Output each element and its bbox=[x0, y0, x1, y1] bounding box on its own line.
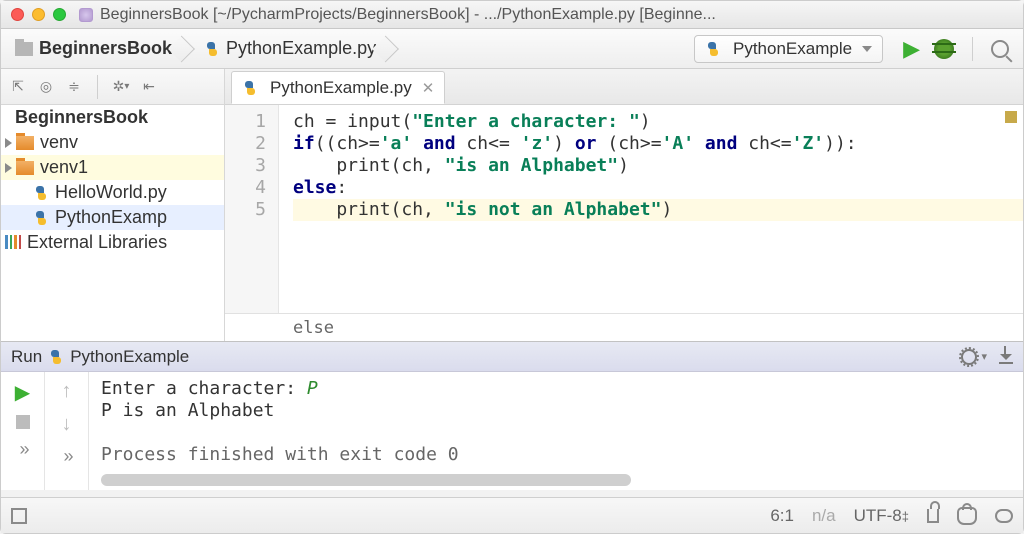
tree-file-helloworld[interactable]: HelloWorld.py bbox=[1, 180, 224, 205]
editor-body[interactable]: 1 2 3 4 5 ch = input("Enter a character:… bbox=[225, 105, 1023, 313]
libraries-icon bbox=[5, 235, 21, 251]
console-output[interactable]: Enter a character: P P is an Alphabet Pr… bbox=[89, 372, 1023, 490]
target-icon[interactable]: ◎ bbox=[37, 78, 55, 96]
run-controls-primary: ▶ » bbox=[1, 372, 45, 490]
python-file-icon bbox=[48, 349, 64, 365]
close-window-button[interactable] bbox=[11, 8, 24, 21]
python-file-icon bbox=[33, 185, 49, 201]
tree-item-label: venv1 bbox=[40, 157, 88, 178]
line-number: 5 bbox=[225, 199, 266, 221]
warning-marker[interactable] bbox=[1005, 111, 1017, 123]
divider bbox=[97, 75, 98, 99]
debug-button[interactable] bbox=[934, 39, 954, 59]
run-config-selector[interactable]: PythonExample bbox=[694, 35, 883, 63]
gear-icon[interactable] bbox=[961, 349, 977, 365]
download-icon[interactable] bbox=[999, 350, 1013, 364]
divider bbox=[972, 37, 973, 61]
horizontal-scrollbar[interactable] bbox=[101, 474, 631, 486]
tree-file-pythonexample[interactable]: PythonExamp bbox=[1, 205, 224, 230]
navigation-bar: BeginnersBook PythonExample.py PythonExa… bbox=[1, 29, 1023, 69]
breadcrumb-project-label: BeginnersBook bbox=[39, 38, 172, 59]
inspector-icon[interactable] bbox=[957, 507, 977, 525]
run-header: Run PythonExample ▾ bbox=[1, 342, 1023, 372]
tree-folder-venv1[interactable]: venv1 bbox=[1, 155, 224, 180]
sidebar-toolbar: ⇱ ◎ ≑ ✲▾ ⇤ bbox=[1, 69, 224, 105]
breadcrumb-project[interactable]: BeginnersBook bbox=[9, 34, 182, 63]
line-number: 1 bbox=[225, 111, 266, 133]
chat-icon[interactable] bbox=[995, 509, 1013, 523]
tree-folder-venv[interactable]: venv bbox=[1, 130, 224, 155]
python-file-icon bbox=[33, 210, 49, 226]
hide-icon[interactable]: ⇤ bbox=[140, 78, 158, 96]
run-controls-secondary: ↑ ↓ » bbox=[45, 372, 89, 490]
editor-area: PythonExample.py ✕ 1 2 3 4 5 ch = input(… bbox=[225, 69, 1023, 341]
run-header-config: PythonExample bbox=[70, 347, 189, 367]
line-number: 3 bbox=[225, 155, 266, 177]
tree-item-label: PythonExamp bbox=[55, 207, 167, 228]
search-icon[interactable] bbox=[991, 40, 1009, 58]
python-file-icon bbox=[204, 41, 220, 57]
expand-icon[interactable] bbox=[5, 138, 12, 148]
gutter: 1 2 3 4 5 bbox=[225, 105, 279, 313]
console-input: P bbox=[307, 378, 318, 399]
chevron-down-icon bbox=[862, 46, 872, 52]
editor-tab-label: PythonExample.py bbox=[270, 78, 412, 98]
python-file-icon bbox=[242, 80, 258, 96]
tool-windows-icon[interactable] bbox=[11, 508, 27, 524]
run-button[interactable]: ▶ bbox=[903, 36, 920, 62]
run-config-label: PythonExample bbox=[733, 39, 852, 59]
folder-icon bbox=[16, 161, 34, 175]
editor-breadcrumb-label: else bbox=[293, 318, 334, 338]
project-sidebar: ⇱ ◎ ≑ ✲▾ ⇤ BeginnersBook venv venv1 bbox=[1, 69, 225, 341]
editor-tabstrip: PythonExample.py ✕ bbox=[225, 69, 1023, 105]
window-titlebar: BeginnersBook [~/PycharmProjects/Beginne… bbox=[1, 1, 1023, 29]
tree-root-label: BeginnersBook bbox=[15, 107, 148, 128]
console-prompt: Enter a character: bbox=[101, 378, 307, 399]
settings-icon[interactable]: ✲▾ bbox=[112, 78, 130, 96]
zoom-window-button[interactable] bbox=[53, 8, 66, 21]
rerun-button[interactable]: ▶ bbox=[15, 380, 30, 405]
python-file-icon bbox=[705, 41, 721, 57]
expand-icon[interactable] bbox=[5, 163, 12, 173]
tree-item-label: External Libraries bbox=[27, 232, 167, 253]
editor-tab[interactable]: PythonExample.py ✕ bbox=[231, 71, 445, 104]
more-button[interactable]: » bbox=[63, 446, 69, 467]
close-tab-icon[interactable]: ✕ bbox=[422, 79, 435, 97]
console-exit: Process finished with exit code 0 bbox=[101, 444, 1011, 466]
window-title: BeginnersBook [~/PycharmProjects/Beginne… bbox=[100, 6, 716, 24]
down-button[interactable]: ↓ bbox=[62, 413, 72, 436]
app-icon bbox=[78, 7, 94, 23]
tree-external-libraries[interactable]: External Libraries bbox=[1, 230, 224, 255]
folder-icon bbox=[16, 136, 34, 150]
run-header-title: Run bbox=[11, 347, 42, 367]
tree-root[interactable]: BeginnersBook bbox=[1, 105, 224, 130]
tree-item-label: HelloWorld.py bbox=[55, 182, 167, 203]
minimize-window-button[interactable] bbox=[32, 8, 45, 21]
cursor-position[interactable]: 6:1 bbox=[770, 506, 794, 526]
up-button[interactable]: ↑ bbox=[62, 380, 72, 403]
status-bar: 6:1 n/a UTF-8‡ bbox=[1, 497, 1023, 533]
code-area[interactable]: ch = input("Enter a character: ") if((ch… bbox=[279, 105, 1023, 313]
encoding-selector[interactable]: UTF-8‡ bbox=[854, 506, 909, 526]
project-tree: BeginnersBook venv venv1 HelloWorld.py P bbox=[1, 105, 224, 255]
folder-icon bbox=[15, 42, 33, 56]
more-button[interactable]: » bbox=[19, 439, 25, 460]
console-result: P is an Alphabet bbox=[101, 400, 1011, 422]
line-separator[interactable]: n/a bbox=[812, 506, 836, 526]
run-tool-window: Run PythonExample ▾ ▶ » ↑ ↓ » Enter a ch… bbox=[1, 341, 1023, 490]
line-number: 4 bbox=[225, 177, 266, 199]
editor-breadcrumb[interactable]: else bbox=[225, 313, 1023, 341]
scroll-from-source-icon[interactable]: ⇱ bbox=[9, 78, 27, 96]
breadcrumb-file-label: PythonExample.py bbox=[226, 38, 376, 59]
breadcrumb-file[interactable]: PythonExample.py bbox=[198, 34, 386, 63]
line-number: 2 bbox=[225, 133, 266, 155]
collapse-icon[interactable]: ≑ bbox=[65, 78, 83, 96]
lock-icon[interactable] bbox=[927, 509, 939, 523]
stop-button[interactable] bbox=[16, 415, 30, 429]
window-controls bbox=[11, 8, 66, 21]
tree-item-label: venv bbox=[40, 132, 78, 153]
